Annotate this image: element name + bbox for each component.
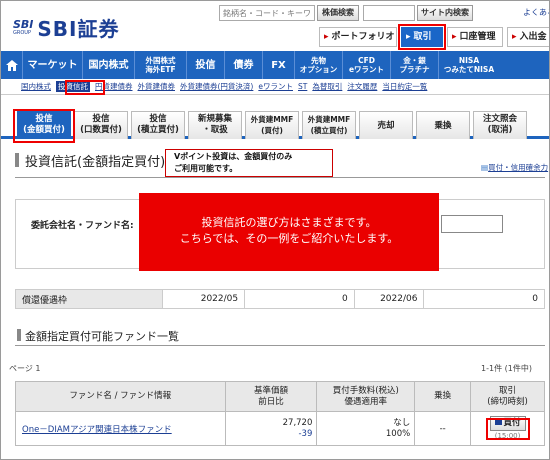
deposit-button[interactable]: ▸ 入出金 (507, 27, 549, 47)
col-switch: 乗換 (414, 381, 472, 412)
tab-unit-buy[interactable]: 投信 (口数買付) (74, 111, 128, 139)
price-cell: 27,720 -39 (224, 411, 318, 446)
home-icon[interactable] (1, 51, 23, 79)
subnav-domestic-stock[interactable]: 国内株式 (21, 81, 51, 92)
col-fee: 買付手数料(税込) 優遇適用率 (316, 381, 416, 412)
nav-futures[interactable]: 先物 オプション (295, 51, 343, 79)
stock-search-button[interactable]: 株価検索 (317, 5, 359, 21)
fund-highlight (65, 80, 105, 95)
tab-sell[interactable]: 売却 (359, 111, 413, 139)
tab-mmf-accumulate[interactable]: 外貨建MMF (積立買付) (302, 111, 356, 139)
logo-mark: SBI (13, 17, 34, 31)
arrow-icon: ▸ (324, 32, 329, 42)
nav-gold[interactable]: 金・銀 プラチナ (391, 51, 439, 79)
fund-change: -39 (298, 428, 313, 439)
sbi-logo[interactable]: SBI GROUP SBI証券 (13, 13, 120, 42)
redemption-row: 償還優遇枠 2022/05 0 2022/06 0 (15, 289, 545, 309)
faq-link[interactable]: よくある (523, 7, 549, 18)
col-price: 基準価額 前日比 (224, 381, 318, 412)
page-title: 投資信託(金額指定買付) (14, 151, 165, 170)
buying-power-link[interactable]: ▤買付・信用確余力 (481, 162, 548, 173)
nav-nisa[interactable]: NISA つみたてNISA (439, 51, 499, 79)
tab-accumulate-buy[interactable]: 投信 (積立買付) (131, 111, 185, 139)
nav-fx[interactable]: FX (263, 51, 295, 79)
redemption-value1: 0 (245, 290, 355, 308)
logo-text: SBI証券 (37, 17, 120, 41)
trade-highlight (398, 24, 446, 50)
logo-sub: GROUP (13, 29, 31, 36)
nav-fund[interactable]: 投信 (187, 51, 225, 79)
nav-market[interactable]: マーケット (23, 51, 83, 79)
deposit-label: 入出金 (519, 32, 547, 42)
arrow-icon: ▸ (512, 32, 517, 42)
subnav-foreign-bond[interactable]: 外貨建債券 (138, 81, 176, 92)
tab-switch[interactable]: 乗換 (416, 111, 470, 139)
col-fund-name: ファンド名 / ファンド情報 (15, 381, 226, 412)
account-button[interactable]: ▸ 口座管理 (447, 27, 503, 47)
tab-new-offering[interactable]: 新規募集 ・取扱 (188, 111, 242, 139)
account-label: 口座管理 (459, 32, 496, 42)
fund-price: 27,720 (282, 417, 313, 428)
table-header-row: ファンド名 / ファンド情報 基準価額 前日比 買付手数料(税込) 優遇適用率 … (15, 381, 545, 412)
nav-domestic-stock[interactable]: 国内株式 (83, 51, 135, 79)
nav-foreign-stock[interactable]: 外国株式 海外ETF (135, 51, 187, 79)
title-divider (15, 177, 545, 178)
switch-cell: -- (414, 411, 472, 446)
subnav-st[interactable]: ST (298, 82, 307, 91)
col-trade: 取引 (締切時刻) (470, 381, 545, 412)
section-title: 金額指定買付可能ファンド一覧 (17, 329, 179, 343)
screenshot-frame: SBI GROUP SBI証券 銘柄名・コード・キーワ 株価検索 サイト内検索 … (0, 0, 550, 460)
redemption-month2: 2022/06 (355, 290, 425, 308)
buy-highlight (486, 418, 530, 440)
subnav-order-history[interactable]: 注文履歴 (347, 81, 377, 92)
subnav-foreign-bond-yen[interactable]: 外貨建債券(円貨決済) (180, 81, 253, 92)
result-count: 1-1件 (1件中) (481, 364, 532, 373)
fund-search-label: 委託会社名・ファンド名: (31, 221, 134, 231)
section-divider (15, 345, 545, 346)
site-search-button[interactable]: サイト内検索 (417, 5, 473, 21)
header: SBI GROUP SBI証券 銘柄名・コード・キーワ 株価検索 サイト内検索 … (1, 1, 549, 51)
fund-table: ファンド名 / ファンド情報 基準価額 前日比 買付手数料(税込) 優遇適用率 … (15, 381, 545, 446)
buying-power-label: 買付・信用確余力 (488, 163, 549, 172)
tab-order-inquiry[interactable]: 注文照会 (取消) (473, 111, 527, 139)
fund-name-cell: One－DIAMアジア関連日本株ファンド (15, 411, 226, 446)
subnav-executions[interactable]: 当日約定一覧 (382, 81, 427, 92)
fund-rate: 100% (385, 428, 411, 439)
fee-cell: なし 100% (316, 411, 416, 446)
tab-mmf-buy[interactable]: 外貨建MMF (買付) (245, 111, 299, 139)
subnav-fx[interactable]: 為替取引 (312, 81, 342, 92)
redemption-month1: 2022/05 (163, 290, 246, 308)
page-info: ページ 1 (9, 364, 41, 373)
amount-tab-highlight (13, 109, 75, 143)
fund-fee: なし (393, 417, 411, 428)
portfolio-label: ポートフォリオ (331, 32, 395, 42)
site-search-input[interactable] (363, 5, 415, 21)
fund-tabs: 投信 (金額買付) 投信 (口数買付) 投信 (積立買付) 新規募集 ・取扱 外… (1, 99, 549, 139)
table-row: One－DIAMアジア関連日本株ファンド 27,720 -39 なし 100% … (15, 411, 545, 446)
fund-search-input[interactable] (441, 215, 503, 233)
redemption-value2: 0 (532, 294, 538, 304)
nav-cfd[interactable]: CFD eワラント (343, 51, 391, 79)
main-nav: マーケット 国内株式 外国株式 海外ETF 投信 債券 FX 先物 オプション … (1, 51, 549, 79)
info-banner: 投資信託の選び方はさまざまです。 こちらでは、その一例をご紹介いたします。 (139, 193, 439, 271)
arrow-icon: ▸ (452, 32, 457, 42)
redemption-label: 償還優遇枠 (16, 290, 164, 308)
subnav-ewarrant[interactable]: eワラント (258, 81, 293, 92)
stock-search-input[interactable]: 銘柄名・コード・キーワ (219, 5, 315, 21)
nav-bond[interactable]: 債券 (225, 51, 263, 79)
vpoint-callout: Vポイント投資は、金額買付のみ ご利用可能です。 (165, 149, 333, 177)
fund-name-link[interactable]: One－DIAMアジア関連日本株ファンド (16, 425, 172, 435)
portfolio-button[interactable]: ▸ ポートフォリオ (319, 27, 397, 47)
